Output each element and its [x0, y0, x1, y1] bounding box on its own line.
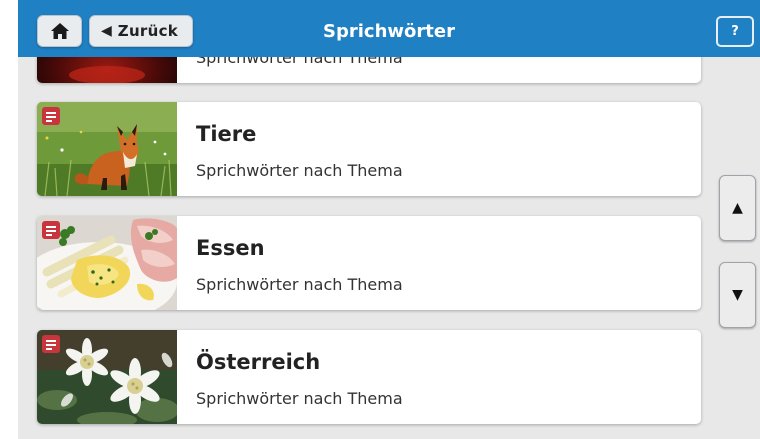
back-button-label: Zurück: [117, 22, 179, 40]
edelweiss-flowers-image: [37, 330, 177, 424]
asparagus-ham-plate-image: [37, 216, 177, 310]
top-bar: Sprichwörter ◀ Zurück ?: [18, 0, 760, 57]
document-icon: [42, 335, 60, 353]
category-list: Sprichwörter nach Thema Tiere Sprichwört…: [18, 0, 760, 439]
app-screen: Sprichwörter nach Thema Tiere Sprichwört…: [18, 0, 760, 439]
scroll-down-button[interactable]: ▼: [719, 262, 756, 328]
document-icon: [42, 107, 60, 125]
scroll-up-button[interactable]: ▲: [719, 175, 756, 241]
card-title: Tiere: [196, 122, 257, 146]
category-card-essen[interactable]: Essen Sprichwörter nach Thema: [37, 216, 701, 310]
fox-in-grass-image: [37, 102, 177, 196]
card-subtitle: Sprichwörter nach Thema: [196, 389, 403, 408]
category-card-oesterreich[interactable]: Österreich Sprichwörter nach Thema: [37, 330, 701, 424]
home-button[interactable]: [37, 15, 82, 47]
home-icon: [50, 23, 69, 39]
category-card-tiere[interactable]: Tiere Sprichwörter nach Thema: [37, 102, 701, 196]
document-icon: [42, 221, 60, 239]
card-title: Essen: [196, 236, 265, 260]
help-label: ?: [731, 24, 739, 39]
help-button[interactable]: ?: [716, 16, 754, 47]
card-subtitle: Sprichwörter nach Thema: [196, 161, 403, 180]
triangle-down-icon: ▼: [732, 287, 743, 303]
triangle-up-icon: ▲: [732, 200, 743, 216]
card-title: Österreich: [196, 350, 321, 374]
card-subtitle: Sprichwörter nach Thema: [196, 275, 403, 294]
back-arrow-icon: ◀: [101, 23, 112, 39]
back-button[interactable]: ◀ Zurück: [89, 15, 193, 47]
